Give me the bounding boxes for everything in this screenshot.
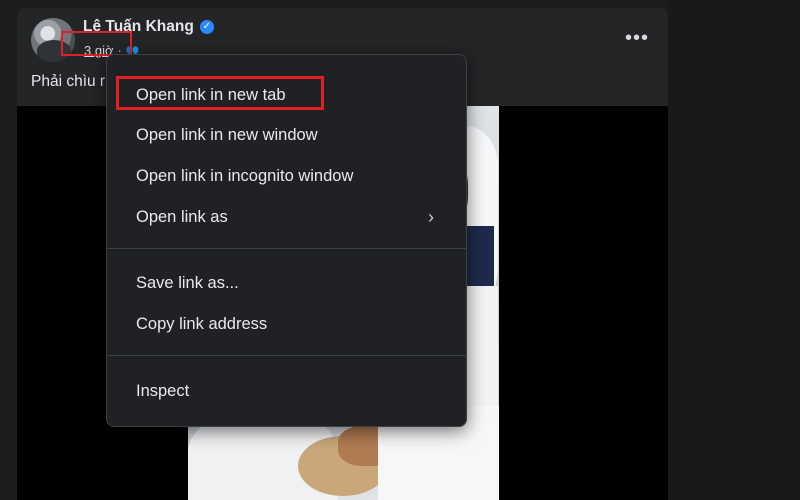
chevron-right-icon: › — [428, 207, 434, 227]
menu-item-label: Open link as — [136, 208, 228, 226]
menu-item-open-new-tab[interactable]: Open link in new tab — [107, 77, 466, 113]
menu-item-open-new-window[interactable]: Open link in new window — [107, 117, 466, 153]
menu-item-save-link-as[interactable]: Save link as... — [107, 265, 466, 301]
menu-item-open-incognito[interactable]: Open link in incognito window — [107, 158, 466, 194]
time-annotation-box — [61, 31, 132, 56]
context-menu: Open link in new tab Open link in new wi… — [106, 54, 467, 427]
menu-item-open-link-as[interactable]: Open link as › — [107, 199, 466, 235]
menu-separator — [107, 248, 466, 249]
page-background-right-inner — [668, 0, 800, 500]
menu-item-copy-link-address[interactable]: Copy link address — [107, 306, 466, 342]
menu-separator — [107, 355, 466, 356]
post-text: Phải chìu r — [31, 73, 106, 90]
verified-badge-icon: ✓ — [199, 20, 214, 34]
page-background-right — [668, 0, 800, 500]
more-options-icon[interactable]: ••• — [625, 28, 649, 48]
menu-item-inspect[interactable]: Inspect — [107, 373, 466, 409]
